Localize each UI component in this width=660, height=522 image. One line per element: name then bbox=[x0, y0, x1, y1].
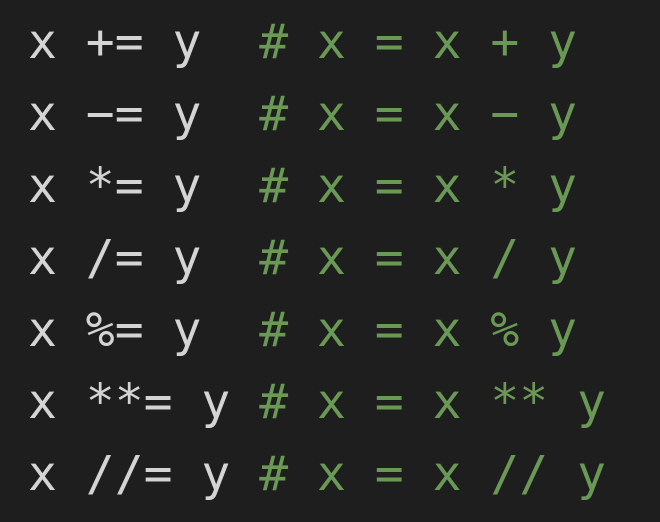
code-line: x **= y # x = x ** y bbox=[28, 366, 660, 438]
code-line: x //= y # x = x // y bbox=[28, 438, 660, 510]
code-comment: # x = x ** y bbox=[259, 374, 606, 430]
code-comment: # x = x // y bbox=[259, 446, 606, 502]
code-line: x /= y # x = x / y bbox=[28, 222, 660, 294]
code-line: x −= y # x = x − y bbox=[28, 78, 660, 150]
code-text: x /= y bbox=[28, 230, 260, 286]
code-text: x %= y bbox=[28, 302, 260, 358]
code-text: x //= y bbox=[28, 446, 260, 502]
code-comment: # x = x / y bbox=[259, 230, 578, 286]
code-comment: # x = x * y bbox=[259, 158, 578, 214]
code-text: x += y bbox=[28, 14, 260, 70]
code-comment: # x = x − y bbox=[259, 86, 578, 142]
code-text: x −= y bbox=[28, 86, 260, 142]
code-line: x %= y # x = x % y bbox=[28, 294, 660, 366]
code-comment: # x = x + y bbox=[259, 14, 578, 70]
code-line: x *= y # x = x * y bbox=[28, 150, 660, 222]
code-line: x += y # x = x + y bbox=[28, 6, 660, 78]
code-text: x *= y bbox=[28, 158, 260, 214]
code-editor[interactable]: x += y # x = x + y x −= y # x = x − y x … bbox=[0, 0, 660, 522]
code-text: x **= y bbox=[28, 374, 260, 430]
code-comment: # x = x % y bbox=[259, 302, 578, 358]
